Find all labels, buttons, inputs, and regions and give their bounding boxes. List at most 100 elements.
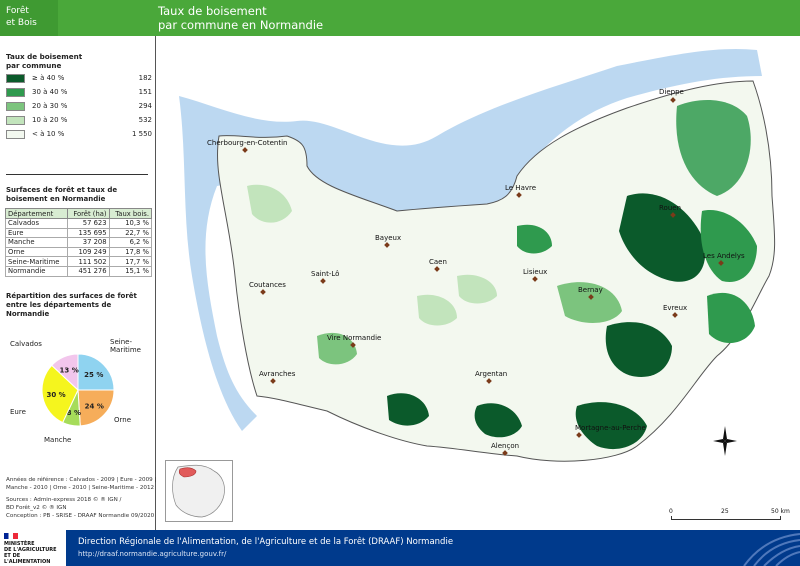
source-notes: Années de référence : Calvados - 2009 | … — [6, 476, 157, 520]
footer-url[interactable]: http://draaf.normandie.agriculture.gouv.… — [78, 548, 453, 560]
table-cell: 57 623 — [66, 218, 110, 229]
legend-item: 30 à 40 % 151 — [6, 88, 152, 98]
wave-decoration-icon — [743, 533, 800, 566]
stats-col-header: Forêt (ha) — [66, 208, 110, 219]
legend-count: 151 — [138, 88, 152, 96]
table-cell: Manche — [5, 237, 68, 248]
table-cell: 17,7 % — [108, 256, 153, 267]
pie-chart: 25 % 24 % 8 % 30 % 13 % Seine-Maritime Orne … — [0, 332, 156, 452]
pie-category-label: Seine-Maritime — [110, 338, 141, 354]
title-line2: par commune en Normandie — [158, 18, 324, 32]
table-row: Manche 37 208 6,2 % — [5, 237, 153, 248]
stats-title-line2: boisement en Normandie — [6, 195, 106, 203]
left-panel: Taux de boisement par commune ≥ à 40 % 1… — [0, 36, 156, 530]
pie-value-label: 25 % — [84, 371, 103, 379]
place-label: Saint-Lô — [311, 270, 340, 278]
place-label: Avranches — [259, 370, 296, 378]
theme-line1: Forêt — [6, 6, 29, 16]
place-label: Evreux — [663, 304, 688, 312]
pie-title-line2: entre les départements de — [6, 301, 112, 309]
legend-title: Taux de boisement par commune — [6, 52, 126, 70]
notes-line: Sources : Admin-express 2018 © ® IGN / — [6, 497, 122, 503]
flag-icon — [4, 533, 18, 539]
scale-bar — [671, 516, 781, 520]
page-title: Taux de boisement par commune en Normand… — [158, 4, 323, 32]
pie-value-label: 30 % — [46, 391, 65, 399]
pie-category-label: Manche — [44, 436, 72, 444]
legend-label: 20 à 30 % — [32, 102, 68, 110]
table-cell: Seine-Maritime — [5, 256, 68, 267]
legend-label: 30 à 40 % — [32, 88, 68, 96]
stats-col-header: Taux bois. — [108, 208, 153, 219]
place-label: Vire Normandie — [327, 334, 382, 342]
table-cell: 111 502 — [66, 256, 110, 267]
table-cell: 15,1 % — [108, 265, 153, 277]
place-label: Bayeux — [375, 234, 402, 242]
table-row: Calvados 57 623 10,3 % — [5, 218, 153, 229]
legend-label: < à 10 % — [32, 130, 65, 138]
place-label: Alençon — [491, 442, 520, 450]
legend-label: 10 à 20 % — [32, 116, 68, 124]
place-label: Cherbourg-en-Cotentin — [207, 139, 288, 147]
legend-item: 20 à 30 % 294 — [6, 102, 152, 112]
table-cell: Normandie — [5, 265, 68, 277]
table-cell: 10,3 % — [108, 218, 153, 229]
pie-title-line1: Répartition des surfaces de forêt — [6, 292, 137, 300]
table-cell: Eure — [5, 227, 68, 239]
legend-count: 532 — [138, 116, 152, 124]
footer-text: Direction Régionale de l'Alimentation, d… — [78, 536, 453, 560]
notes-line: BD Forêt_v2 © ® IGN — [6, 505, 67, 511]
table-cell: 135 695 — [66, 227, 110, 239]
inset-svg — [172, 464, 225, 518]
theme-label: Forêt et Bois — [0, 0, 58, 36]
notes-line: Années de référence : Calvados - 2009 | … — [6, 477, 157, 483]
footer-title: Direction Régionale de l'Alimentation, d… — [78, 537, 454, 547]
table-cell: Calvados — [5, 218, 68, 229]
place-label: Coutances — [249, 281, 286, 289]
legend-swatch — [6, 130, 25, 139]
pie-category-label: Orne — [114, 416, 132, 424]
title-line1: Taux de boisement — [158, 4, 267, 18]
legend-count: 294 — [138, 102, 152, 110]
place-label: Dieppe — [659, 88, 684, 96]
ministry-logo: MINISTÈRE DE L'AGRICULTURE ET DE L'ALIME… — [0, 530, 66, 566]
place-label: Bernay — [578, 286, 603, 294]
stats-title-line1: Surfaces de forêt et taux de — [6, 186, 118, 194]
place-label: Lisieux — [523, 268, 548, 276]
legend-count: 182 — [138, 74, 152, 82]
table-row: Orne 109 249 17,8 % — [5, 246, 153, 258]
legend-title-line2: par commune — [6, 61, 62, 70]
ministry-line3: ET DE L'ALIMENTATION — [4, 553, 51, 565]
table-cell: 109 249 — [66, 246, 110, 258]
map-area[interactable]: Dieppe Cherbourg-en-Cotentin Le Havre Ro… — [157, 36, 800, 530]
table-cell: 37 208 — [66, 237, 110, 248]
stats-header-row: Département Forêt (ha) Taux bois. — [5, 208, 153, 219]
pie-title: Répartition des surfaces de forêt entre … — [6, 292, 152, 319]
place-label: Le Havre — [505, 184, 537, 192]
north-arrow-icon — [713, 426, 737, 456]
scale-label: 0 — [669, 508, 673, 515]
place-label: Mortagne-au-Perche — [575, 424, 646, 432]
stats-title: Surfaces de forêt et taux de boisement e… — [6, 186, 152, 204]
place-label: Rouen — [659, 204, 682, 212]
legend-swatch — [6, 102, 25, 111]
table-row: Seine-Maritime 111 502 17,7 % — [5, 256, 153, 267]
inset-france-map — [165, 460, 233, 522]
table-row: Eure 135 695 22,7 % — [5, 227, 153, 239]
legend-swatch — [6, 88, 25, 97]
legend-label: ≥ à 40 % — [32, 74, 65, 82]
notes-line: Conception : PB - SRISE - DRAAF Normandi… — [6, 513, 155, 519]
pie-category-label: Calvados — [10, 340, 42, 348]
stats-table: Département Forêt (ha) Taux bois. Calvad… — [5, 208, 153, 277]
place-label: Argentan — [475, 370, 508, 378]
pie-category-label: Eure — [10, 408, 26, 416]
footer-bar: MINISTÈRE DE L'AGRICULTURE ET DE L'ALIME… — [0, 530, 800, 566]
table-row: Normandie 451 276 15,1 % — [5, 265, 153, 277]
scale-label: 50 km — [771, 508, 790, 515]
scale-label: 25 — [721, 508, 729, 515]
legend-swatch — [6, 116, 25, 125]
legend-count: 1 550 — [131, 130, 152, 138]
pie-value-label: 24 % — [85, 402, 104, 410]
header-bar: Forêt et Bois Taux de boisement par comm… — [0, 0, 800, 36]
pie-title-line3: Normandie — [6, 310, 50, 318]
